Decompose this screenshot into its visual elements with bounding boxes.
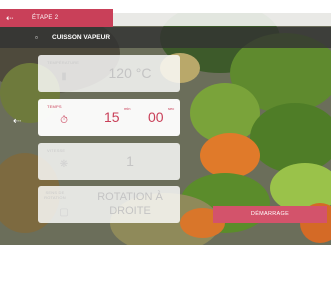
speed-label: VITESSE: [47, 148, 66, 153]
rotation-icon: ▢: [59, 207, 69, 218]
speed-field[interactable]: VITESSE ❋ 1: [38, 143, 180, 180]
time-label: TEMPS: [47, 104, 62, 109]
temperature-label: TEMPÉRATURE: [47, 60, 80, 65]
back-arrow-icon[interactable]: ⇠: [6, 12, 16, 24]
mode-title: CUISSON VAPEUR: [52, 34, 111, 41]
time-seconds-unit: sec: [168, 106, 175, 111]
rotation-value-line2: DROITE: [109, 205, 151, 217]
rotation-value-line1: ROTATION À: [97, 191, 163, 203]
left-arrow-icon[interactable]: ⇠: [13, 116, 23, 128]
cooking-step-screen: ⇠ ÉTAPE 2 ▫ CUISSON VAPEUR ⇠ TEMPÉRATURE…: [0, 0, 331, 294]
timer-icon: ⏱: [60, 115, 68, 126]
time-minutes-value[interactable]: 15: [104, 108, 120, 126]
start-button[interactable]: DÉMARRAGE: [213, 206, 327, 223]
speed-value: 1: [126, 153, 134, 169]
temperature-field[interactable]: TEMPÉRATURE ▮ 120 °C: [38, 55, 180, 92]
rotation-field[interactable]: SENS DE ROTATION ▢ ROTATION À DROITE: [38, 186, 180, 223]
mode-header: ▫ CUISSON VAPEUR: [0, 27, 331, 48]
step-label: ÉTAPE 2: [32, 15, 59, 21]
rotation-value: ROTATION À DROITE: [86, 190, 174, 218]
steam-pot-icon: ▫: [35, 33, 38, 42]
time-minutes-unit: min: [124, 106, 131, 111]
speed-fan-icon: ❋: [59, 159, 69, 170]
step-tab[interactable]: ⇠ ÉTAPE 2: [0, 9, 113, 27]
temperature-value: 120 °C: [108, 65, 152, 81]
time-seconds-value[interactable]: 00: [148, 108, 164, 126]
thermometer-icon: ▮: [61, 71, 67, 82]
time-field[interactable]: TEMPS ⏱ 15 min 00 sec: [38, 99, 180, 136]
rotation-label: SENS DE ROTATION: [41, 190, 69, 200]
rotation-label-line2: ROTATION: [44, 195, 66, 200]
